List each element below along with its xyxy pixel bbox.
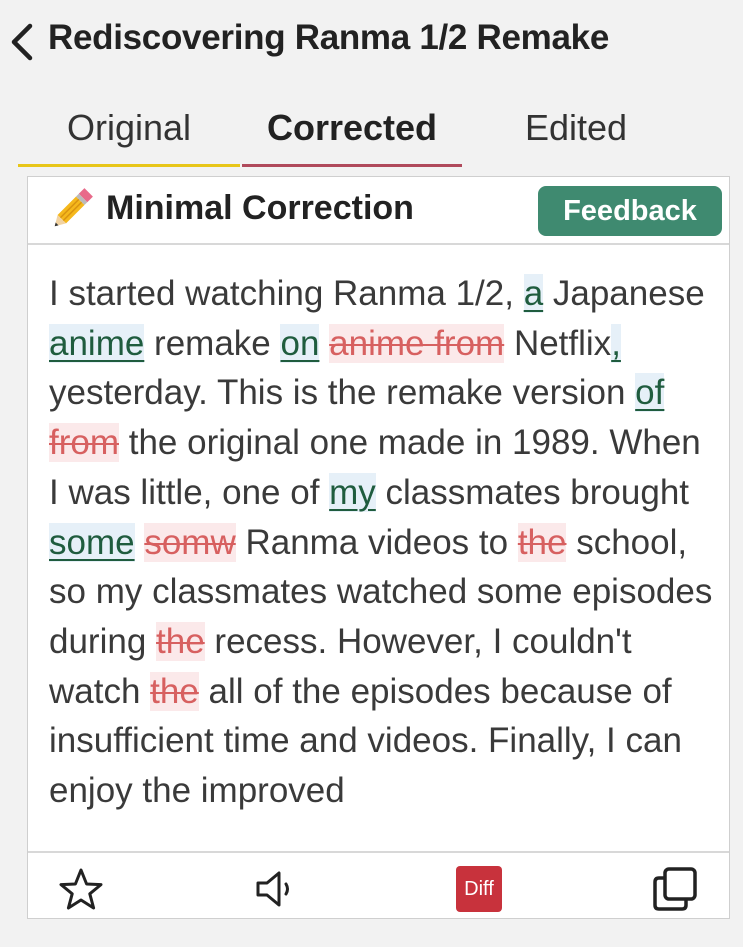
copy-icon (653, 867, 697, 911)
deleted-word: the (156, 621, 205, 661)
text-segment: remake (144, 323, 281, 363)
app-header: Rediscovering Ranma 1/2 Remake (0, 0, 743, 84)
tab-corrected[interactable]: Corrected (242, 92, 462, 167)
text-segment: Ranma videos to (235, 522, 518, 562)
speaker-icon (256, 871, 289, 907)
deleted-word: the (517, 522, 567, 562)
copy-button[interactable] (650, 865, 700, 913)
text-segment: yesterday. This is the remake version (49, 373, 636, 413)
corrected-text-area[interactable]: I started watching Ranma 1/2, a Japanese… (28, 245, 729, 849)
added-word: of (635, 373, 665, 413)
added-word: anime (49, 323, 145, 363)
deleted-word: from (49, 423, 119, 463)
deleted-word: somw (144, 522, 236, 562)
text-segment (319, 324, 329, 363)
page-title: Rediscovering Ranma 1/2 Remake (48, 18, 609, 57)
corrected-text: I started watching Ranma 1/2, a Japanese… (49, 269, 719, 816)
text-segment: Japanese (543, 274, 705, 313)
diff-badge: Diff (456, 866, 502, 912)
added-word: on (280, 323, 320, 363)
added-word: some (49, 522, 135, 562)
card-header: Minimal Correction Feedback (28, 177, 729, 245)
text-segment: I started watching Ranma 1/2, (49, 274, 524, 313)
correction-card: Minimal Correction Feedback I started wa… (27, 176, 730, 919)
feedback-button[interactable]: Feedback (538, 186, 722, 236)
tab-bar: Original Corrected Edited (18, 92, 718, 170)
deleted-word: anime from (329, 323, 505, 363)
diff-toggle-button[interactable]: Diff (454, 865, 504, 913)
card-title: Minimal Correction (106, 189, 414, 227)
added-word: a (523, 274, 544, 313)
back-button[interactable] (2, 20, 42, 64)
tab-original[interactable]: Original (18, 92, 240, 167)
deleted-word: the (150, 671, 199, 711)
pencil-icon (54, 188, 93, 227)
chevron-left-icon (11, 23, 33, 61)
text-segment (135, 523, 145, 562)
added-word: my (329, 472, 376, 512)
star-outline-icon (59, 868, 103, 910)
favorite-button[interactable] (56, 865, 106, 913)
text-segment: Netflix (504, 323, 612, 363)
tab-edited[interactable]: Edited (466, 92, 686, 164)
added-word: , (611, 323, 621, 363)
text-segment: classmates brought (375, 472, 690, 512)
read-aloud-button[interactable] (252, 865, 302, 913)
action-bar: Diff (28, 851, 729, 918)
